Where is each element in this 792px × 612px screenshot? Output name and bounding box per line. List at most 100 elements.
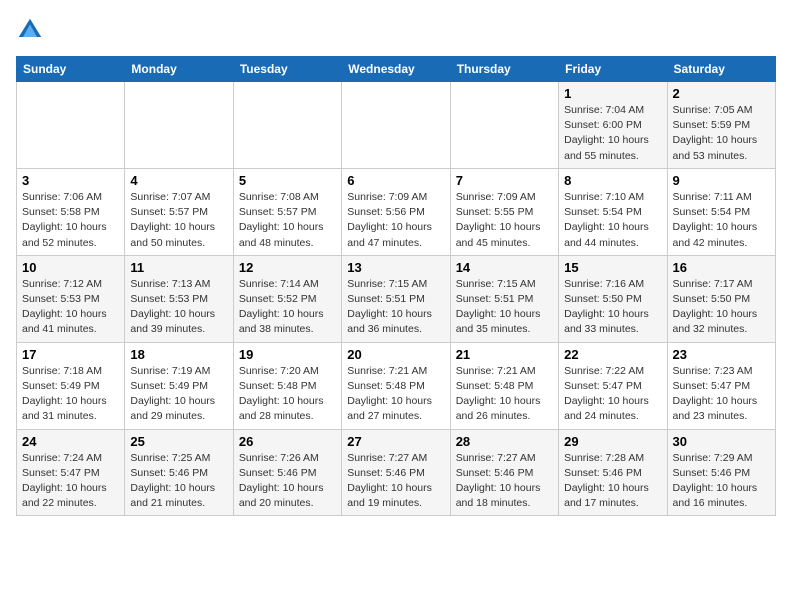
- day-number: 6: [347, 173, 444, 188]
- day-number: 8: [564, 173, 661, 188]
- day-number: 9: [673, 173, 770, 188]
- day-info: Sunrise: 7:16 AM Sunset: 5:50 PM Dayligh…: [564, 277, 661, 338]
- day-info: Sunrise: 7:07 AM Sunset: 5:57 PM Dayligh…: [130, 190, 227, 251]
- day-info: Sunrise: 7:06 AM Sunset: 5:58 PM Dayligh…: [22, 190, 119, 251]
- day-info: Sunrise: 7:11 AM Sunset: 5:54 PM Dayligh…: [673, 190, 770, 251]
- calendar-day-cell: 30 Sunrise: 7:29 AM Sunset: 5:46 PM Dayli…: [667, 429, 775, 516]
- calendar-day-cell: 5 Sunrise: 7:08 AM Sunset: 5:57 PM Daylig…: [233, 168, 341, 255]
- calendar-day-cell: 19 Sunrise: 7:20 AM Sunset: 5:48 PM Dayli…: [233, 342, 341, 429]
- day-number: 15: [564, 260, 661, 275]
- calendar-day-cell: 10Sunrise: 7:12 AM Sunset: 5:53 PM Dayli…: [17, 255, 125, 342]
- calendar-day-header: Saturday: [667, 57, 775, 82]
- day-number: 19: [239, 347, 336, 362]
- day-number: 20: [347, 347, 444, 362]
- day-info: Sunrise: 7:05 AM Sunset: 5:59 PM Dayligh…: [673, 103, 770, 164]
- calendar-day-cell: 3 Sunrise: 7:06 AM Sunset: 5:58 PM Daylig…: [17, 168, 125, 255]
- calendar-day-cell: 22 Sunrise: 7:22 AM Sunset: 5:47 PM Dayli…: [559, 342, 667, 429]
- calendar-day-cell: 24 Sunrise: 7:24 AM Sunset: 5:47 PM Dayli…: [17, 429, 125, 516]
- day-number: 7: [456, 173, 553, 188]
- day-number: 22: [564, 347, 661, 362]
- day-info: Sunrise: 7:28 AM Sunset: 5:46 PM Dayligh…: [564, 451, 661, 512]
- day-info: Sunrise: 7:09 AM Sunset: 5:55 PM Dayligh…: [456, 190, 553, 251]
- day-number: 28: [456, 434, 553, 449]
- day-number: 27: [347, 434, 444, 449]
- calendar-day-cell: 12 Sunrise: 7:14 AM Sunset: 5:52 PM Dayli…: [233, 255, 341, 342]
- day-number: 26: [239, 434, 336, 449]
- calendar-day-header: Monday: [125, 57, 233, 82]
- day-info: Sunrise: 7:14 AM Sunset: 5:52 PM Dayligh…: [239, 277, 336, 338]
- calendar-day-header: Wednesday: [342, 57, 450, 82]
- day-info: Sunrise: 7:25 AM Sunset: 5:46 PM Dayligh…: [130, 451, 227, 512]
- calendar-day-cell: 28 Sunrise: 7:27 AM Sunset: 5:46 PM Dayli…: [450, 429, 558, 516]
- day-number: 3: [22, 173, 119, 188]
- calendar-day-cell: [342, 82, 450, 169]
- calendar-day-cell: 2Sunrise: 7:05 AM Sunset: 5:59 PM Daylig…: [667, 82, 775, 169]
- day-info: Sunrise: 7:19 AM Sunset: 5:49 PM Dayligh…: [130, 364, 227, 425]
- calendar-day-cell: 29 Sunrise: 7:28 AM Sunset: 5:46 PM Dayli…: [559, 429, 667, 516]
- calendar-day-cell: [450, 82, 558, 169]
- calendar-day-cell: 20 Sunrise: 7:21 AM Sunset: 5:48 PM Dayli…: [342, 342, 450, 429]
- calendar-header-row: SundayMondayTuesdayWednesdayThursdayFrid…: [17, 57, 776, 82]
- day-info: Sunrise: 7:21 AM Sunset: 5:48 PM Dayligh…: [456, 364, 553, 425]
- day-number: 21: [456, 347, 553, 362]
- day-info: Sunrise: 7:20 AM Sunset: 5:48 PM Dayligh…: [239, 364, 336, 425]
- day-number: 1: [564, 86, 661, 101]
- calendar-day-cell: 27 Sunrise: 7:27 AM Sunset: 5:46 PM Dayli…: [342, 429, 450, 516]
- day-number: 25: [130, 434, 227, 449]
- page-header: [16, 16, 776, 44]
- day-info: Sunrise: 7:15 AM Sunset: 5:51 PM Dayligh…: [347, 277, 444, 338]
- calendar-day-header: Sunday: [17, 57, 125, 82]
- day-number: 18: [130, 347, 227, 362]
- day-number: 29: [564, 434, 661, 449]
- day-number: 12: [239, 260, 336, 275]
- calendar-day-cell: 18 Sunrise: 7:19 AM Sunset: 5:49 PM Dayli…: [125, 342, 233, 429]
- day-number: 16: [673, 260, 770, 275]
- calendar-day-cell: 7 Sunrise: 7:09 AM Sunset: 5:55 PM Daylig…: [450, 168, 558, 255]
- day-info: Sunrise: 7:23 AM Sunset: 5:47 PM Dayligh…: [673, 364, 770, 425]
- calendar-day-cell: 21 Sunrise: 7:21 AM Sunset: 5:48 PM Dayli…: [450, 342, 558, 429]
- day-number: 5: [239, 173, 336, 188]
- day-info: Sunrise: 7:26 AM Sunset: 5:46 PM Dayligh…: [239, 451, 336, 512]
- calendar-day-header: Thursday: [450, 57, 558, 82]
- day-info: Sunrise: 7:04 AM Sunset: 6:00 PM Dayligh…: [564, 103, 661, 164]
- calendar-day-cell: 13 Sunrise: 7:15 AM Sunset: 5:51 PM Dayli…: [342, 255, 450, 342]
- day-info: Sunrise: 7:12 AM Sunset: 5:53 PM Dayligh…: [22, 277, 119, 338]
- day-info: Sunrise: 7:22 AM Sunset: 5:47 PM Dayligh…: [564, 364, 661, 425]
- day-number: 14: [456, 260, 553, 275]
- day-number: 4: [130, 173, 227, 188]
- calendar-day-cell: 6 Sunrise: 7:09 AM Sunset: 5:56 PM Daylig…: [342, 168, 450, 255]
- day-number: 17: [22, 347, 119, 362]
- day-info: Sunrise: 7:17 AM Sunset: 5:50 PM Dayligh…: [673, 277, 770, 338]
- day-number: 30: [673, 434, 770, 449]
- day-info: Sunrise: 7:21 AM Sunset: 5:48 PM Dayligh…: [347, 364, 444, 425]
- calendar-week-row: 24 Sunrise: 7:24 AM Sunset: 5:47 PM Dayli…: [17, 429, 776, 516]
- day-info: Sunrise: 7:27 AM Sunset: 5:46 PM Dayligh…: [347, 451, 444, 512]
- calendar-week-row: 3 Sunrise: 7:06 AM Sunset: 5:58 PM Daylig…: [17, 168, 776, 255]
- calendar-day-header: Tuesday: [233, 57, 341, 82]
- calendar-table: SundayMondayTuesdayWednesdayThursdayFrid…: [16, 56, 776, 516]
- day-info: Sunrise: 7:09 AM Sunset: 5:56 PM Dayligh…: [347, 190, 444, 251]
- calendar-day-cell: [17, 82, 125, 169]
- calendar-day-cell: 11 Sunrise: 7:13 AM Sunset: 5:53 PM Dayli…: [125, 255, 233, 342]
- calendar-day-cell: 9 Sunrise: 7:11 AM Sunset: 5:54 PM Daylig…: [667, 168, 775, 255]
- day-number: 11: [130, 260, 227, 275]
- day-number: 13: [347, 260, 444, 275]
- calendar-week-row: 10Sunrise: 7:12 AM Sunset: 5:53 PM Dayli…: [17, 255, 776, 342]
- day-info: Sunrise: 7:24 AM Sunset: 5:47 PM Dayligh…: [22, 451, 119, 512]
- day-info: Sunrise: 7:13 AM Sunset: 5:53 PM Dayligh…: [130, 277, 227, 338]
- day-info: Sunrise: 7:10 AM Sunset: 5:54 PM Dayligh…: [564, 190, 661, 251]
- day-info: Sunrise: 7:27 AM Sunset: 5:46 PM Dayligh…: [456, 451, 553, 512]
- day-info: Sunrise: 7:29 AM Sunset: 5:46 PM Dayligh…: [673, 451, 770, 512]
- calendar-day-header: Friday: [559, 57, 667, 82]
- calendar-day-cell: [233, 82, 341, 169]
- calendar-week-row: 1 Sunrise: 7:04 AM Sunset: 6:00 PM Daylig…: [17, 82, 776, 169]
- day-info: Sunrise: 7:18 AM Sunset: 5:49 PM Dayligh…: [22, 364, 119, 425]
- calendar-day-cell: 26 Sunrise: 7:26 AM Sunset: 5:46 PM Dayli…: [233, 429, 341, 516]
- day-number: 24: [22, 434, 119, 449]
- calendar-day-cell: 8 Sunrise: 7:10 AM Sunset: 5:54 PM Daylig…: [559, 168, 667, 255]
- day-info: Sunrise: 7:08 AM Sunset: 5:57 PM Dayligh…: [239, 190, 336, 251]
- calendar-week-row: 17 Sunrise: 7:18 AM Sunset: 5:49 PM Dayli…: [17, 342, 776, 429]
- logo: [16, 16, 48, 44]
- day-info: Sunrise: 7:15 AM Sunset: 5:51 PM Dayligh…: [456, 277, 553, 338]
- calendar-day-cell: 1 Sunrise: 7:04 AM Sunset: 6:00 PM Daylig…: [559, 82, 667, 169]
